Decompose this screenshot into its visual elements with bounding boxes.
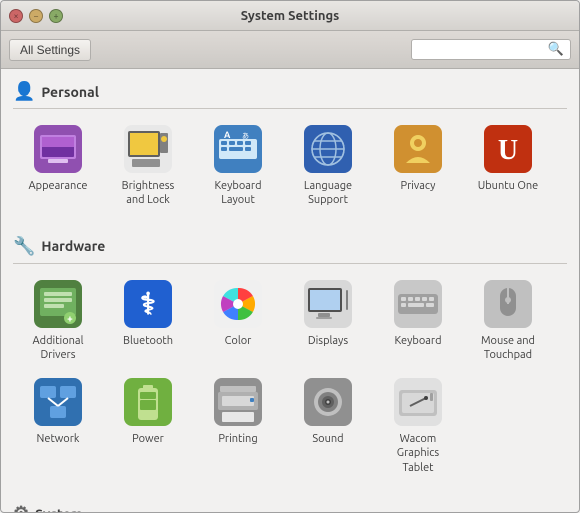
- network-icon: [34, 378, 82, 426]
- minimize-button[interactable]: −: [29, 9, 43, 23]
- system-settings-window: × − + System Settings All Settings 🔍 👤 P…: [0, 0, 580, 513]
- close-button[interactable]: ×: [9, 9, 23, 23]
- personal-section: 👤 Personal Appearance: [5, 77, 575, 224]
- bluetooth-label: Bluetooth: [123, 334, 173, 348]
- brightness-icon: [124, 125, 172, 173]
- toolbar: All Settings 🔍: [1, 31, 579, 69]
- personal-divider: [13, 108, 567, 109]
- bluetooth-icon: ⚕: [124, 280, 172, 328]
- displays-item[interactable]: Displays: [283, 272, 373, 371]
- brightness-label: Brightnessand Lock: [122, 179, 175, 208]
- color-icon: [214, 280, 262, 328]
- search-input[interactable]: [418, 43, 548, 57]
- mouse-icon: [484, 280, 532, 328]
- all-settings-button[interactable]: All Settings: [9, 39, 91, 61]
- hardware-label: Hardware: [41, 238, 105, 254]
- language-item[interactable]: LanguageSupport: [283, 117, 373, 216]
- search-icon: 🔍: [548, 42, 564, 57]
- ubuntuone-item[interactable]: U Ubuntu One: [463, 117, 553, 216]
- personal-header: 👤 Personal: [5, 77, 575, 108]
- network-item[interactable]: Network: [13, 370, 103, 483]
- content-area: 👤 Personal Appearance: [1, 69, 579, 512]
- power-icon: [124, 378, 172, 426]
- language-icon: [304, 125, 352, 173]
- keyboard-layout-label: KeyboardLayout: [214, 179, 261, 208]
- keyboard-icon: [394, 280, 442, 328]
- hardware-icon: 🔧: [13, 236, 35, 257]
- drivers-label: AdditionalDrivers: [33, 334, 84, 363]
- keyboard-item[interactable]: Keyboard: [373, 272, 463, 371]
- hardware-header: 🔧 Hardware: [5, 232, 575, 263]
- ubuntuone-icon: U: [484, 125, 532, 173]
- appearance-label: Appearance: [29, 179, 88, 193]
- hardware-section: 🔧 Hardware +: [5, 232, 575, 491]
- hardware-grid: + AdditionalDrivers ⚕ Bluetooth: [5, 272, 575, 491]
- system-section: ⚙ System: [5, 499, 575, 512]
- svg-text:A: A: [224, 130, 231, 140]
- sound-icon: [304, 378, 352, 426]
- keyboard-label: Keyboard: [394, 334, 441, 348]
- displays-icon: [304, 280, 352, 328]
- brightness-item[interactable]: Brightnessand Lock: [103, 117, 193, 216]
- privacy-icon: [394, 125, 442, 173]
- color-label: Color: [225, 334, 252, 348]
- window-title: System Settings: [241, 9, 340, 23]
- system-header: ⚙ System: [5, 499, 575, 512]
- person-icon: 👤: [13, 81, 35, 102]
- keyboard-layout-icon: A あ: [214, 125, 262, 173]
- ubuntuone-label: Ubuntu One: [478, 179, 539, 193]
- personal-grid: Appearance Brightnessand Lock: [5, 117, 575, 224]
- keyboard-layout-item[interactable]: A あ KeyboardLayout: [193, 117, 283, 216]
- printing-item[interactable]: Printing: [193, 370, 283, 483]
- printing-icon: [214, 378, 262, 426]
- window-controls: × − +: [9, 9, 63, 23]
- sound-label: Sound: [312, 432, 343, 446]
- sound-item[interactable]: Sound: [283, 370, 373, 483]
- appearance-item[interactable]: Appearance: [13, 117, 103, 216]
- maximize-button[interactable]: +: [49, 9, 63, 23]
- personal-label: Personal: [41, 84, 99, 100]
- system-icon: ⚙: [13, 503, 29, 512]
- printing-label: Printing: [218, 432, 257, 446]
- hardware-divider: [13, 263, 567, 264]
- appearance-icon: [34, 125, 82, 173]
- svg-text:あ: あ: [242, 132, 249, 140]
- wacom-item[interactable]: WacomGraphicsTablet: [373, 370, 463, 483]
- bluetooth-item[interactable]: ⚕ Bluetooth: [103, 272, 193, 371]
- mouse-item[interactable]: Mouse andTouchpad: [463, 272, 553, 371]
- power-item[interactable]: Power: [103, 370, 193, 483]
- search-box[interactable]: 🔍: [411, 39, 571, 60]
- network-label: Network: [37, 432, 80, 446]
- power-label: Power: [132, 432, 164, 446]
- drivers-icon: +: [34, 280, 82, 328]
- titlebar: × − + System Settings: [1, 1, 579, 31]
- drivers-item[interactable]: + AdditionalDrivers: [13, 272, 103, 371]
- svg-text:⚕: ⚕: [140, 288, 156, 321]
- language-label: LanguageSupport: [304, 179, 352, 208]
- system-label: System: [35, 506, 83, 512]
- mouse-label: Mouse andTouchpad: [481, 334, 535, 363]
- privacy-label: Privacy: [401, 179, 436, 193]
- privacy-item[interactable]: Privacy: [373, 117, 463, 216]
- svg-text:+: +: [67, 313, 73, 324]
- svg-text:U: U: [498, 135, 518, 166]
- displays-label: Displays: [308, 334, 348, 348]
- wacom-label: WacomGraphicsTablet: [397, 432, 439, 475]
- color-item[interactable]: Color: [193, 272, 283, 371]
- wacom-icon: [394, 378, 442, 426]
